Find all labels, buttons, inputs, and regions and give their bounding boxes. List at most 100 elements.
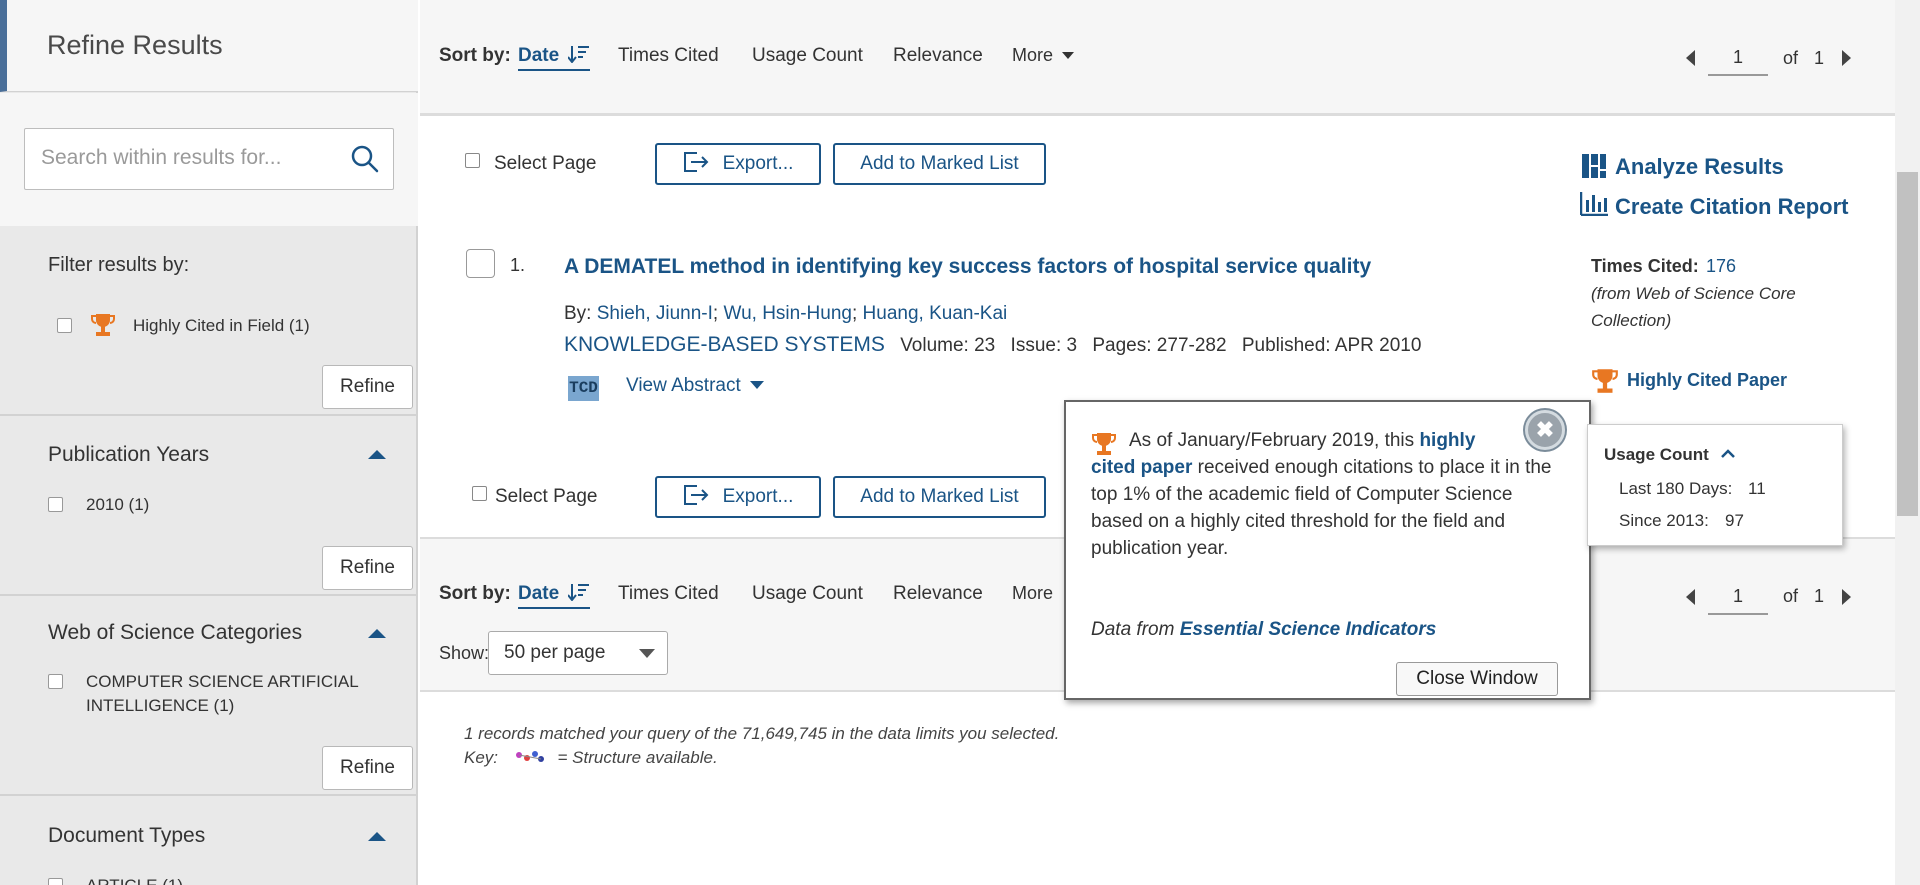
page-number-input[interactable]: 1 (1708, 579, 1768, 615)
refine-header: Refine Results (0, 0, 418, 92)
times-cited-label: Times Cited: (1591, 256, 1699, 276)
scrollbar-thumb[interactable] (1897, 172, 1918, 516)
pager-of-label: of (1783, 48, 1799, 68)
chevron-down-icon (1062, 52, 1075, 59)
sort-descending-icon (567, 46, 590, 64)
year-item: 2010 (1) (86, 495, 150, 514)
document-types-section: Document Types ARTICLE (1) (0, 796, 416, 885)
sort-usage-count[interactable]: Usage Count (752, 45, 863, 67)
sort-usage-count[interactable]: Usage Count (752, 583, 863, 605)
sort-times-cited[interactable]: Times Cited (618, 45, 719, 67)
category-item-line2: INTELLIGENCE (1) (86, 696, 235, 715)
view-abstract-toggle[interactable]: View Abstract (626, 375, 765, 397)
refine-button[interactable]: Refine (322, 746, 413, 790)
data-from-label: Data from (1091, 619, 1180, 640)
search-within-input[interactable] (41, 129, 341, 187)
last-180-days-value: 11 (1748, 479, 1766, 498)
search-box[interactable] (24, 128, 394, 190)
usage-count-title[interactable]: Usage Count (1604, 445, 1736, 465)
add-to-marked-list-button[interactable]: Add to Marked List (833, 476, 1046, 518)
collapse-caret-icon[interactable] (368, 450, 386, 459)
times-cited-note-2: Collection) (1591, 311, 1672, 330)
year-checkbox[interactable] (48, 497, 63, 512)
tcd-badge[interactable]: TCD (568, 376, 599, 401)
export-icon (683, 152, 709, 172)
highly-cited-paper-link[interactable]: Highly Cited Paper (1627, 370, 1787, 391)
records-matched-text: 1 records matched your query of the 71,6… (464, 724, 1060, 743)
filter-heading: Filter results by: (48, 254, 190, 276)
export-button[interactable]: Export... (655, 476, 821, 518)
highly-cited-checkbox[interactable] (57, 318, 72, 333)
search-icon[interactable] (351, 145, 379, 173)
category-item-line1: COMPUTER SCIENCE ARTIFICIAL (86, 672, 359, 691)
prev-page-icon[interactable] (1686, 589, 1695, 605)
close-icon[interactable]: ✖ (1525, 410, 1565, 450)
page-number-input[interactable]: 1 (1708, 40, 1768, 76)
times-cited-count[interactable]: 176 (1706, 256, 1736, 277)
published: Published: APR 2010 (1241, 335, 1422, 356)
author-link[interactable]: Wu, Hsin-Hung (723, 303, 851, 324)
popup-text-a: As of January/February 2019, this (1129, 430, 1420, 451)
highly-cited-description: As of January/February 2019, this highly… (1091, 427, 1563, 562)
sort-times-cited[interactable]: Times Cited (618, 583, 719, 605)
sort-relevance[interactable]: Relevance (893, 45, 983, 67)
create-citation-report-link[interactable]: Create Citation Report (1615, 194, 1848, 220)
sort-date[interactable]: Date (518, 583, 591, 609)
highly-cited-link[interactable]: highly (1419, 430, 1475, 451)
esi-link[interactable]: Essential Science Indicators (1180, 619, 1437, 640)
sort-relevance[interactable]: Relevance (893, 583, 983, 605)
doctype-checkbox[interactable] (48, 878, 63, 885)
prev-page-icon[interactable] (1686, 50, 1695, 66)
trophy-icon (91, 314, 115, 336)
show-label: Show: (439, 643, 490, 663)
export-button[interactable]: Export... (655, 143, 821, 185)
author-link[interactable]: Shieh, Jiunn-I (597, 303, 713, 324)
close-window-button[interactable]: Close Window (1396, 662, 1558, 696)
record-title-link[interactable]: A DEMATEL method in identifying key succ… (564, 255, 1371, 279)
collapse-caret-icon[interactable] (368, 832, 386, 841)
record-checkbox[interactable] (466, 249, 495, 278)
record-source: KNOWLEDGE-BASED SYSTEMS Volume: 23 Issue… (564, 333, 1421, 357)
refine-button[interactable]: Refine (322, 365, 413, 409)
next-page-icon[interactable] (1842, 589, 1851, 605)
key-text: = Structure available. (557, 748, 718, 767)
add-to-marked-list-button[interactable]: Add to Marked List (833, 143, 1046, 185)
export-label: Export... (722, 486, 794, 507)
next-page-icon[interactable] (1842, 50, 1851, 66)
times-cited-note: (from Web of Science Core (1591, 284, 1796, 303)
chevron-up-icon (1720, 449, 1735, 458)
pager-total: 1 (1814, 586, 1825, 606)
volume: Volume: 23 (900, 335, 996, 356)
cited-paper-link[interactable]: cited paper (1091, 457, 1192, 478)
sort-date-label: Date (518, 583, 560, 604)
highly-cited-popup: As of January/February 2019, this highly… (1064, 400, 1591, 700)
wos-categories-title: Web of Science Categories (48, 621, 303, 644)
sort-more[interactable]: More (1012, 583, 1053, 604)
chevron-down-icon (639, 649, 655, 658)
analyze-results-icon (1582, 154, 1606, 178)
author-link[interactable]: Huang, Kuan-Kai (863, 303, 1008, 324)
pager-total: 1 (1814, 48, 1825, 68)
journal-link[interactable]: KNOWLEDGE-BASED SYSTEMS (564, 333, 885, 356)
export-icon (683, 485, 709, 505)
sort-date[interactable]: Date (518, 45, 591, 71)
refine-title: Refine Results (47, 30, 223, 60)
analyze-results-link[interactable]: Analyze Results (1615, 154, 1784, 180)
per-page-select[interactable]: 50 per page (488, 631, 668, 675)
refine-button[interactable]: Refine (322, 546, 413, 590)
per-page-value: 50 per page (504, 642, 606, 663)
collapse-caret-icon[interactable] (368, 629, 386, 638)
select-page-checkbox[interactable] (472, 486, 487, 501)
sort-more[interactable]: More (1012, 45, 1075, 66)
category-checkbox[interactable] (48, 674, 63, 689)
pager-of-label: of (1783, 586, 1799, 606)
export-label: Export... (722, 153, 794, 174)
trophy-icon (1592, 369, 1618, 393)
refine-sidebar: Refine Results Filter results by: Highly… (0, 0, 418, 885)
doctype-item: ARTICLE (1) (86, 874, 183, 885)
citation-report-icon (1580, 192, 1608, 216)
issue: Issue: 3 (1010, 335, 1078, 356)
select-page-checkbox[interactable] (465, 153, 480, 168)
document-types-title: Document Types (48, 824, 206, 847)
filter-section: Filter results by: Highly Cited in Field… (0, 226, 416, 416)
